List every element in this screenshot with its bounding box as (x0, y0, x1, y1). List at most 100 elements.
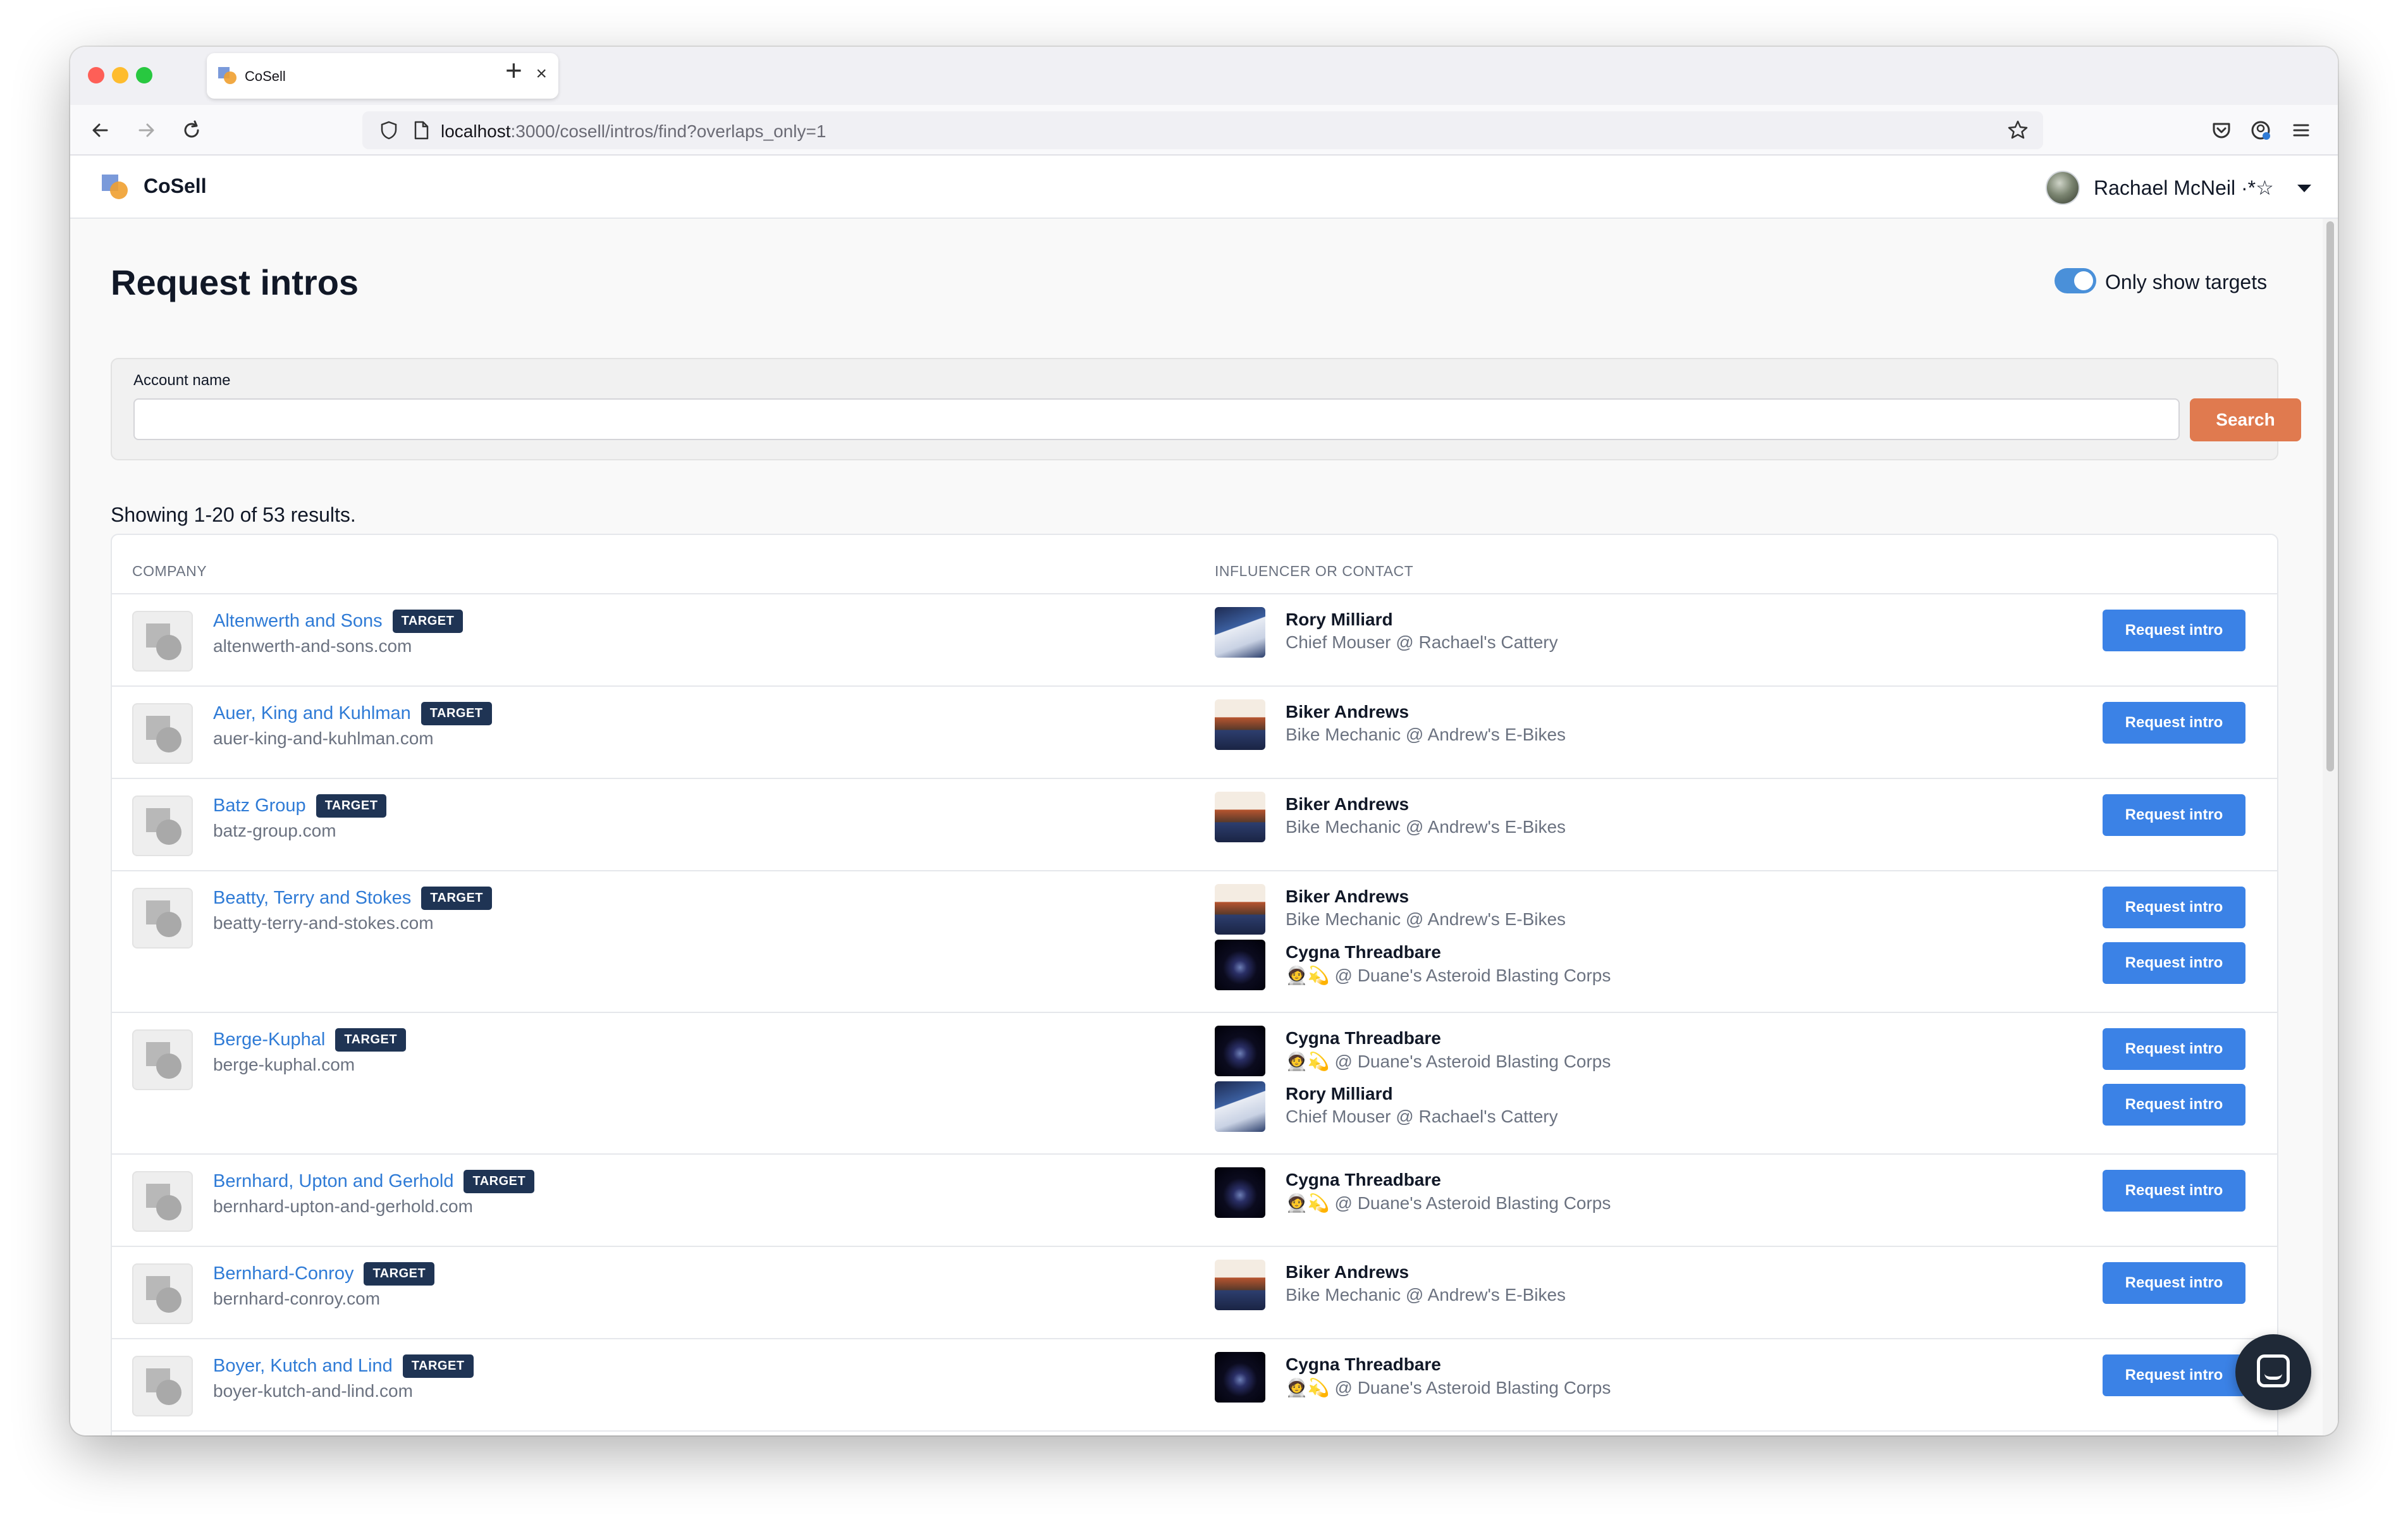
contact-title: Bike Mechanic @ Andrew's E-Bikes (1286, 909, 1566, 929)
target-badge: TARGET (421, 887, 492, 910)
contact-avatar (1215, 884, 1265, 935)
contact-avatar (1215, 1026, 1265, 1076)
table-row: Bernhard, Upton and Gerhold TARGET bernhar… (112, 1155, 2277, 1247)
table-row: Batz Group TARGET batz-group.com Biker Andr… (112, 779, 2277, 871)
company-logo-icon (132, 1029, 193, 1090)
request-intro-button[interactable]: Request intro (2103, 887, 2245, 928)
only-targets-toggle[interactable] (2055, 268, 2096, 293)
arrow-right-icon[interactable] (133, 118, 159, 143)
only-targets-label[interactable]: Only show targets (2105, 271, 2267, 294)
contact-title: 🧑‍🚀💫 @ Duane's Asteroid Blasting Corps (1286, 1052, 1611, 1071)
table-row: Boyer, Kutch and Lind TARGET boyer-kutch-a… (112, 1339, 2277, 1432)
company-name-link[interactable]: Bernhard-Conroy (213, 1263, 353, 1284)
table-row: Berge-Kuphal TARGET berge-kuphal.com Cygna … (112, 1013, 2277, 1155)
company-domain: boyer-kutch-and-lind.com (213, 1381, 413, 1401)
contact-avatar (1215, 792, 1265, 842)
zoom-window-button[interactable] (136, 67, 152, 83)
company-logo-icon (132, 1263, 193, 1324)
company-line: Boyer, Kutch and Lind TARGET (213, 1354, 474, 1378)
request-intro-button[interactable]: Request intro (2103, 794, 2245, 836)
company-domain: auer-king-and-kuhlman.com (213, 728, 434, 748)
logo-circle (156, 820, 181, 845)
contact-avatar (1215, 607, 1265, 658)
request-intro-button[interactable]: Request intro (2103, 702, 2245, 744)
pocket-icon[interactable] (2209, 118, 2234, 143)
minimize-window-button[interactable] (112, 67, 128, 83)
hamburger-menu-icon[interactable] (2288, 118, 2314, 143)
company-name-link[interactable]: Bernhard, Upton and Gerhold (213, 1171, 453, 1192)
cosell-favicon-icon (218, 67, 236, 84)
request-intro-button[interactable]: Request intro (2103, 1028, 2245, 1070)
company-name-link[interactable]: Berge-Kuphal (213, 1029, 325, 1050)
contact-name: Biker Andrews (1286, 887, 1410, 906)
chevron-down-icon[interactable] (2297, 185, 2311, 192)
scrollbar-thumb[interactable] (2326, 221, 2334, 771)
star-icon[interactable] (2006, 119, 2029, 142)
logo-circle (156, 727, 181, 752)
target-badge: TARGET (335, 1028, 407, 1052)
company-name-link[interactable]: Boyer, Kutch and Lind (213, 1356, 393, 1377)
request-intro-button[interactable]: Request intro (2103, 1262, 2245, 1304)
chat-launcher-button[interactable] (2235, 1334, 2311, 1410)
tab-title: CoSell (245, 68, 286, 84)
logo-circle (156, 1195, 181, 1220)
url-text[interactable]: localhost:3000/cosell/intros/find?overla… (441, 121, 826, 142)
company-domain: bernhard-upton-and-gerhold.com (213, 1196, 473, 1216)
contact-avatar (1215, 699, 1265, 750)
company-name-link[interactable]: Batz Group (213, 795, 306, 816)
company-line: Bernhard-Conroy TARGET (213, 1262, 435, 1286)
logo-circle (156, 1053, 181, 1079)
close-tab-icon[interactable]: × (536, 64, 547, 83)
contact-title: Chief Mouser @ Rachael's Cattery (1286, 1107, 1558, 1126)
brand-name[interactable]: CoSell (144, 175, 207, 198)
contact-entry: Biker Andrews Bike Mechanic @ Andrew's E-… (1215, 792, 2252, 842)
account-icon[interactable] (2248, 118, 2273, 143)
arrow-left-icon[interactable] (88, 118, 113, 143)
shield-icon[interactable] (379, 120, 399, 140)
company-name-link[interactable]: Beatty, Terry and Stokes (213, 888, 411, 909)
contact-name: Cygna Threadbare (1286, 1170, 1441, 1189)
table-row: Bernhard-Conroy TARGET bernhard-conroy.com… (112, 1247, 2277, 1339)
company-logo-icon (132, 1356, 193, 1416)
request-intro-button[interactable]: Request intro (2103, 610, 2245, 651)
request-intro-button[interactable]: Request intro (2103, 1170, 2245, 1212)
request-intro-button[interactable]: Request intro (2103, 942, 2245, 984)
url-path: :3000/cosell/intros/find?overlaps_only=1 (510, 121, 826, 141)
company-logo-icon (132, 1171, 193, 1232)
account-name-input[interactable] (133, 398, 2180, 440)
user-name[interactable]: Rachael McNeil ·*☆ (2094, 176, 2274, 200)
company-line: Auer, King and Kuhlman TARGET (213, 702, 492, 725)
contact-name: Biker Andrews (1286, 1262, 1410, 1282)
contact-avatar (1215, 1352, 1265, 1403)
contact-title: 🧑‍🚀💫 @ Duane's Asteroid Blasting Corps (1286, 1378, 1611, 1397)
target-badge: TARGET (392, 610, 464, 633)
column-header-contact: INFLUENCER OR CONTACT (1215, 563, 1414, 579)
company-domain: bernhard-conroy.com (213, 1289, 381, 1308)
request-intro-button[interactable]: Request intro (2103, 1084, 2245, 1126)
contact-avatar (1215, 1167, 1265, 1218)
company-logo-icon (132, 888, 193, 949)
cosell-logo-icon[interactable] (102, 175, 128, 200)
company-domain: altenwerth-and-sons.com (213, 636, 412, 656)
avatar[interactable] (2046, 171, 2080, 205)
search-button[interactable]: Search (2190, 398, 2301, 441)
contact-entry: Rory Milliard Chief Mouser @ Rachael's Ca… (1215, 607, 2252, 658)
new-tab-icon[interactable]: + (505, 56, 522, 85)
company-logo-icon (132, 703, 193, 764)
company-name-link[interactable]: Auer, King and Kuhlman (213, 703, 411, 724)
close-window-button[interactable] (88, 67, 104, 83)
chat-icon (2257, 1354, 2290, 1387)
page-icon[interactable] (412, 120, 431, 140)
contact-entry: Cygna Threadbare 🧑‍🚀💫 @ Duane's Asteroid … (1215, 940, 2252, 990)
company-line: Bernhard, Upton and Gerhold TARGET (213, 1170, 535, 1193)
url-bar[interactable]: localhost:3000/cosell/intros/find?overla… (362, 111, 2043, 149)
request-intro-button[interactable]: Request intro (2103, 1354, 2245, 1396)
table-row: Altenwerth and Sons TARGET altenwerth-and-… (112, 594, 2277, 687)
company-name-link[interactable]: Altenwerth and Sons (213, 611, 383, 632)
contact-entry: Rory Milliard Chief Mouser @ Rachael's Ca… (1215, 1081, 2252, 1132)
app-header: CoSell Rachael McNeil ·*☆ (70, 156, 2338, 219)
results-count: Showing 1-20 of 53 results. (111, 503, 356, 526)
reload-icon[interactable] (179, 118, 204, 143)
tab-bar: CoSell × + (70, 47, 2338, 105)
table-row: Auer, King and Kuhlman TARGET auer-king-an… (112, 687, 2277, 779)
